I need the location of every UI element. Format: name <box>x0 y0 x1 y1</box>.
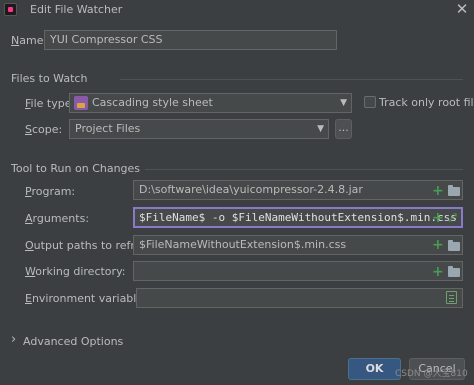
window-title: Edit File Watcher <box>30 3 123 16</box>
plus-icon[interactable]: + <box>432 184 444 198</box>
track-only-root-checkbox[interactable] <box>364 96 376 108</box>
scope-value: Project Files <box>75 122 141 135</box>
close-icon[interactable]: ✕ <box>452 0 472 18</box>
scope-select[interactable]: Project Files ▼ <box>69 119 329 139</box>
environment-variables-label: Environment variables: <box>25 292 153 305</box>
chevron-down-icon: ▼ <box>340 98 347 108</box>
advanced-options-toggle[interactable]: Advanced Options <box>23 335 123 348</box>
folder-icon[interactable] <box>448 185 460 196</box>
output-paths-input[interactable]: $FileNameWithoutExtension$.min.css <box>133 235 463 255</box>
name-input[interactable]: YUI Compressor CSS <box>44 30 337 50</box>
scope-label: Scope: <box>25 123 63 136</box>
expand-icon[interactable]: ⤢ <box>448 212 457 223</box>
scope-browse-button[interactable]: ... <box>335 119 352 139</box>
ok-button[interactable]: OK <box>348 358 401 380</box>
environment-variables-input[interactable] <box>136 288 463 308</box>
watermark: CSDN @大宝810 <box>395 369 468 379</box>
track-only-root-label: Track only root files <box>379 96 474 109</box>
section-separator <box>145 169 463 170</box>
tool-to-run-title: Tool to Run on Changes <box>11 162 141 175</box>
folder-icon[interactable] <box>448 240 460 251</box>
file-type-value: Cascading style sheet <box>92 96 213 109</box>
file-type-label: File type: <box>25 97 76 110</box>
program-label: Program: <box>25 185 76 198</box>
css-file-icon <box>74 96 88 110</box>
folder-icon[interactable] <box>448 266 460 277</box>
section-separator <box>120 79 463 80</box>
chevron-down-icon: ▼ <box>317 124 324 134</box>
name-label: Name: <box>11 34 48 47</box>
working-directory-input[interactable] <box>133 261 463 281</box>
working-directory-label: Working directory: <box>25 265 126 278</box>
file-type-select[interactable]: Cascading style sheet ▼ <box>69 93 352 113</box>
arguments-input[interactable]: $FileName$ -o $FileNameWithoutExtension$… <box>133 207 463 228</box>
plus-icon[interactable]: + <box>432 265 444 279</box>
app-icon <box>4 3 17 16</box>
notes-icon[interactable] <box>446 291 457 304</box>
chevron-right-icon[interactable]: › <box>11 333 16 346</box>
files-to-watch-title: Files to Watch <box>11 72 88 85</box>
plus-icon[interactable]: + <box>432 238 444 252</box>
program-input[interactable]: D:\software\idea\yuicompressor-2.4.8.jar <box>133 180 463 200</box>
plus-icon[interactable]: + <box>432 211 444 225</box>
arguments-label: Arguments: <box>25 212 90 225</box>
